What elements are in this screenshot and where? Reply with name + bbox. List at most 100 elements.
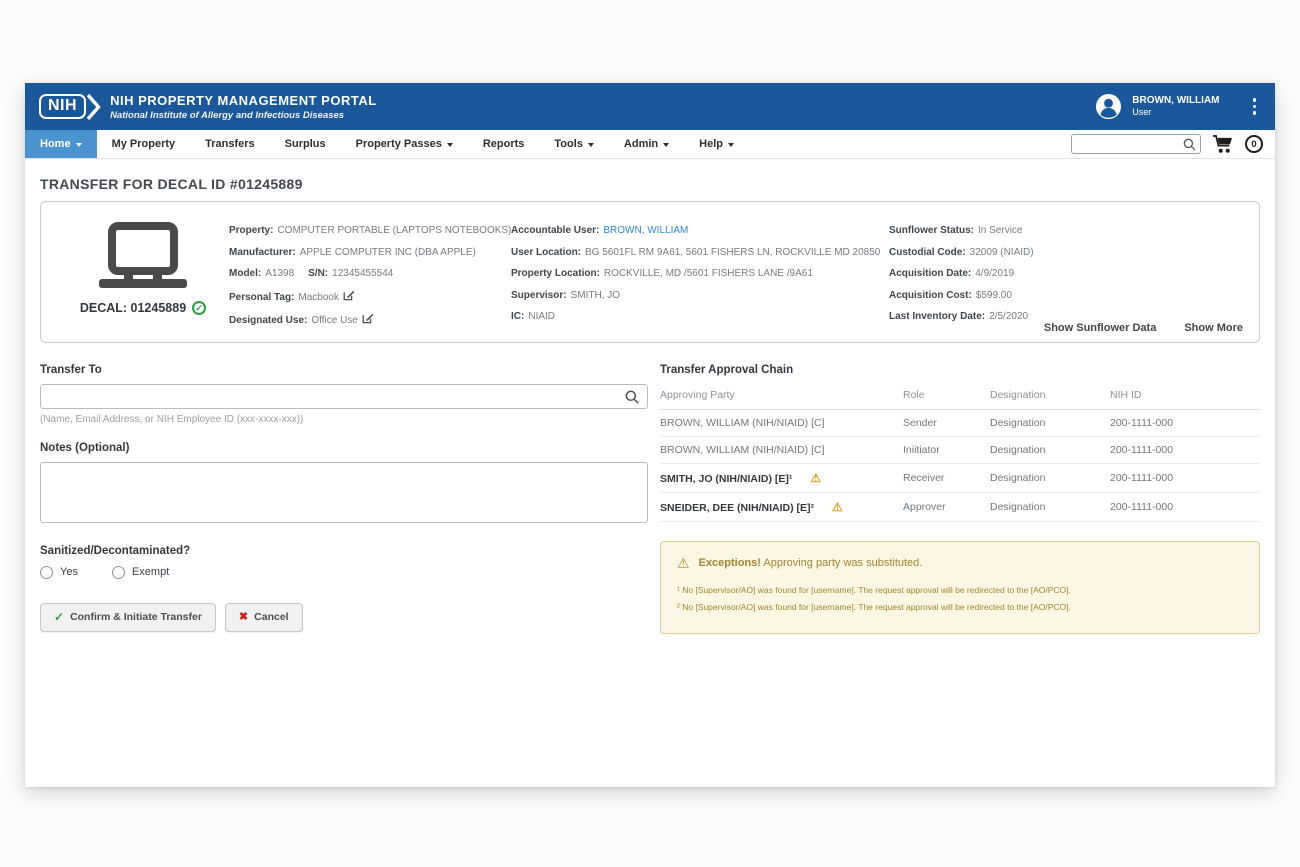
warning-icon[interactable]: ⚠ bbox=[810, 471, 821, 485]
field-value: In Service bbox=[978, 225, 1022, 236]
user-role: User bbox=[1132, 107, 1219, 118]
warning-icon[interactable]: ⚠ bbox=[832, 500, 843, 514]
designation: Designation bbox=[990, 409, 1110, 436]
cancel-button-label: Cancel bbox=[254, 611, 288, 623]
global-search-input[interactable] bbox=[1071, 134, 1201, 154]
exceptions-title: Exceptions! bbox=[699, 557, 761, 569]
app-title: NIH PROPERTY MANAGEMENT PORTAL bbox=[110, 93, 377, 108]
role: Approver bbox=[903, 492, 990, 521]
nav-item-help[interactable]: Help bbox=[684, 130, 749, 158]
notes-textarea[interactable] bbox=[40, 462, 648, 523]
property-fields-col2: Accountable User:BROWN, WILLIAM User Loc… bbox=[511, 212, 889, 336]
global-search bbox=[1071, 134, 1201, 154]
show-sunflower-data-link[interactable]: Show Sunflower Data bbox=[1044, 322, 1156, 334]
brand-home-link[interactable]: NIH NIH PROPERTY MANAGEMENT PORTAL Natio… bbox=[39, 92, 377, 122]
exceptions-heading: ⚠ Exceptions! Approving party was substi… bbox=[677, 555, 1243, 572]
accountable-user-link[interactable]: BROWN, WILLIAM bbox=[603, 225, 688, 236]
nav-label: Home bbox=[40, 138, 71, 150]
transfer-to-input[interactable] bbox=[40, 384, 648, 409]
search-icon[interactable] bbox=[625, 390, 639, 404]
field-label: Designated Use: bbox=[229, 315, 307, 326]
field-personal-tag: Personal Tag:Macbook bbox=[229, 289, 511, 304]
nav-label: Help bbox=[699, 138, 723, 150]
chevron-down-icon bbox=[663, 143, 669, 147]
nih-id: 200-1111-000 bbox=[1110, 436, 1260, 463]
col-nih-id: NIH ID bbox=[1110, 384, 1260, 410]
field-acquisition-date: Acquisition Date: 4/9/2019 bbox=[889, 267, 1243, 280]
form-actions: ✓ Confirm & Initiate Transfer ✖ Cancel bbox=[40, 603, 648, 632]
nav-item-admin[interactable]: Admin bbox=[609, 130, 684, 158]
property-fields-col1: Property:COMPUTER PORTABLE (LAPTOPS NOTE… bbox=[229, 212, 511, 336]
nav-item-home[interactable]: Home bbox=[25, 130, 97, 158]
approval-chain-table: Approving Party Role Designation NIH ID … bbox=[660, 384, 1260, 522]
sanitized-label: Sanitized/Decontaminated? bbox=[40, 545, 648, 557]
radio-option-exempt[interactable]: Exempt bbox=[112, 566, 169, 579]
nav-item-reports[interactable]: Reports bbox=[468, 130, 540, 158]
nav-item-transfers[interactable]: Transfers bbox=[190, 130, 270, 158]
kebab-menu-icon[interactable] bbox=[1248, 95, 1262, 118]
show-more-link[interactable]: Show More bbox=[1184, 322, 1243, 334]
field-value: Office Use bbox=[311, 315, 358, 326]
search-icon[interactable] bbox=[1183, 138, 1196, 151]
sanitized-radio-group: Yes Exempt bbox=[40, 566, 648, 579]
field-value: 2/5/2020 bbox=[989, 311, 1028, 322]
approving-party: BROWN, WILLIAM (NIH/NIAID) [C] bbox=[660, 417, 825, 429]
nih-logo-text: NIH bbox=[39, 94, 86, 119]
decal-block: DECAL: 01245889 ✓ bbox=[57, 212, 229, 336]
field-designated-use: Designated Use: Office Use bbox=[229, 312, 511, 327]
edit-designated-use-icon[interactable] bbox=[362, 312, 374, 324]
nih-id: 200-1111-000 bbox=[1110, 492, 1260, 521]
radio-exempt-circle[interactable] bbox=[112, 566, 125, 579]
field-supervisor: Supervisor:SMITH, JO bbox=[511, 289, 889, 302]
col-approving-party: Approving Party bbox=[660, 384, 903, 410]
cart-count-badge[interactable]: 0 bbox=[1245, 135, 1263, 153]
field-label: Supervisor: bbox=[511, 290, 567, 301]
field-label: Personal Tag: bbox=[229, 292, 294, 303]
col-designation: Designation bbox=[990, 384, 1110, 410]
radio-option-yes[interactable]: Yes bbox=[40, 566, 78, 579]
designation: Designation bbox=[990, 436, 1110, 463]
page-title: TRANSFER FOR DECAL ID #01245889 bbox=[40, 176, 1260, 192]
user-name: BROWN, WILLIAM bbox=[1132, 95, 1219, 108]
nav-label: My Property bbox=[112, 138, 176, 150]
approval-row: BROWN, WILLIAM (NIH/NIAID) [C] Iniitiato… bbox=[660, 436, 1260, 463]
user-avatar-icon[interactable] bbox=[1095, 93, 1122, 120]
cart-icon[interactable] bbox=[1212, 134, 1234, 154]
nih-id: 200-1111-000 bbox=[1110, 463, 1260, 492]
chevron-down-icon bbox=[588, 143, 594, 147]
chevron-down-icon bbox=[76, 143, 82, 147]
field-label: Acquisition Cost: bbox=[889, 290, 972, 301]
confirm-button-label: Confirm & Initiate Transfer bbox=[70, 611, 202, 623]
field-label: S/N: bbox=[308, 268, 328, 279]
transfer-section: Transfer To (Name, Email Address, or NIH… bbox=[40, 364, 1260, 634]
nav-label: Surplus bbox=[285, 138, 326, 150]
nav-item-surplus[interactable]: Surplus bbox=[270, 130, 341, 158]
field-custodial-code: Custodial Code:32009 (NIAID) bbox=[889, 246, 1243, 259]
role: Sender bbox=[903, 409, 990, 436]
approving-party: BROWN, WILLIAM (NIH/NIAID) [C] bbox=[660, 444, 825, 456]
decal-verified-icon: ✓ bbox=[192, 301, 206, 315]
nav-item-property-passes[interactable]: Property Passes bbox=[341, 130, 468, 158]
cancel-button[interactable]: ✖ Cancel bbox=[225, 603, 303, 632]
role: Receiver bbox=[903, 463, 990, 492]
field-value: A1398 bbox=[265, 268, 294, 279]
nav-item-my-property[interactable]: My Property bbox=[97, 130, 191, 158]
field-value: 32009 (NIAID) bbox=[970, 247, 1034, 258]
field-value: 4/9/2019 bbox=[975, 268, 1014, 279]
nav-label: Tools bbox=[554, 138, 583, 150]
field-value: ROCKVILLE, MD /5601 FISHERS LANE /9A61 bbox=[604, 268, 813, 279]
radio-yes-circle[interactable] bbox=[40, 566, 53, 579]
field-accountable-user: Accountable User:BROWN, WILLIAM bbox=[511, 224, 889, 237]
property-summary-card: DECAL: 01245889 ✓ Property:COMPUTER PORT… bbox=[40, 201, 1260, 343]
field-label: Model: bbox=[229, 268, 261, 279]
field-value: BG 5601FL RM 9A61, 5601 FISHERS LN, ROCK… bbox=[585, 247, 880, 258]
field-label: Acquisition Date: bbox=[889, 268, 971, 279]
nih-logo-chevron-icon bbox=[87, 92, 101, 122]
main-nav: Home My Property Transfers Surplus Prope… bbox=[25, 130, 1275, 159]
field-ic: IC:NIAID bbox=[511, 310, 889, 323]
confirm-initiate-transfer-button[interactable]: ✓ Confirm & Initiate Transfer bbox=[40, 603, 216, 632]
nav-item-tools[interactable]: Tools bbox=[539, 130, 609, 158]
edit-personal-tag-icon[interactable] bbox=[343, 289, 355, 301]
approval-chain-title: Transfer Approval Chain bbox=[660, 364, 1260, 376]
field-value: COMPUTER PORTABLE (LAPTOPS NOTEBOOKS) bbox=[277, 225, 511, 236]
